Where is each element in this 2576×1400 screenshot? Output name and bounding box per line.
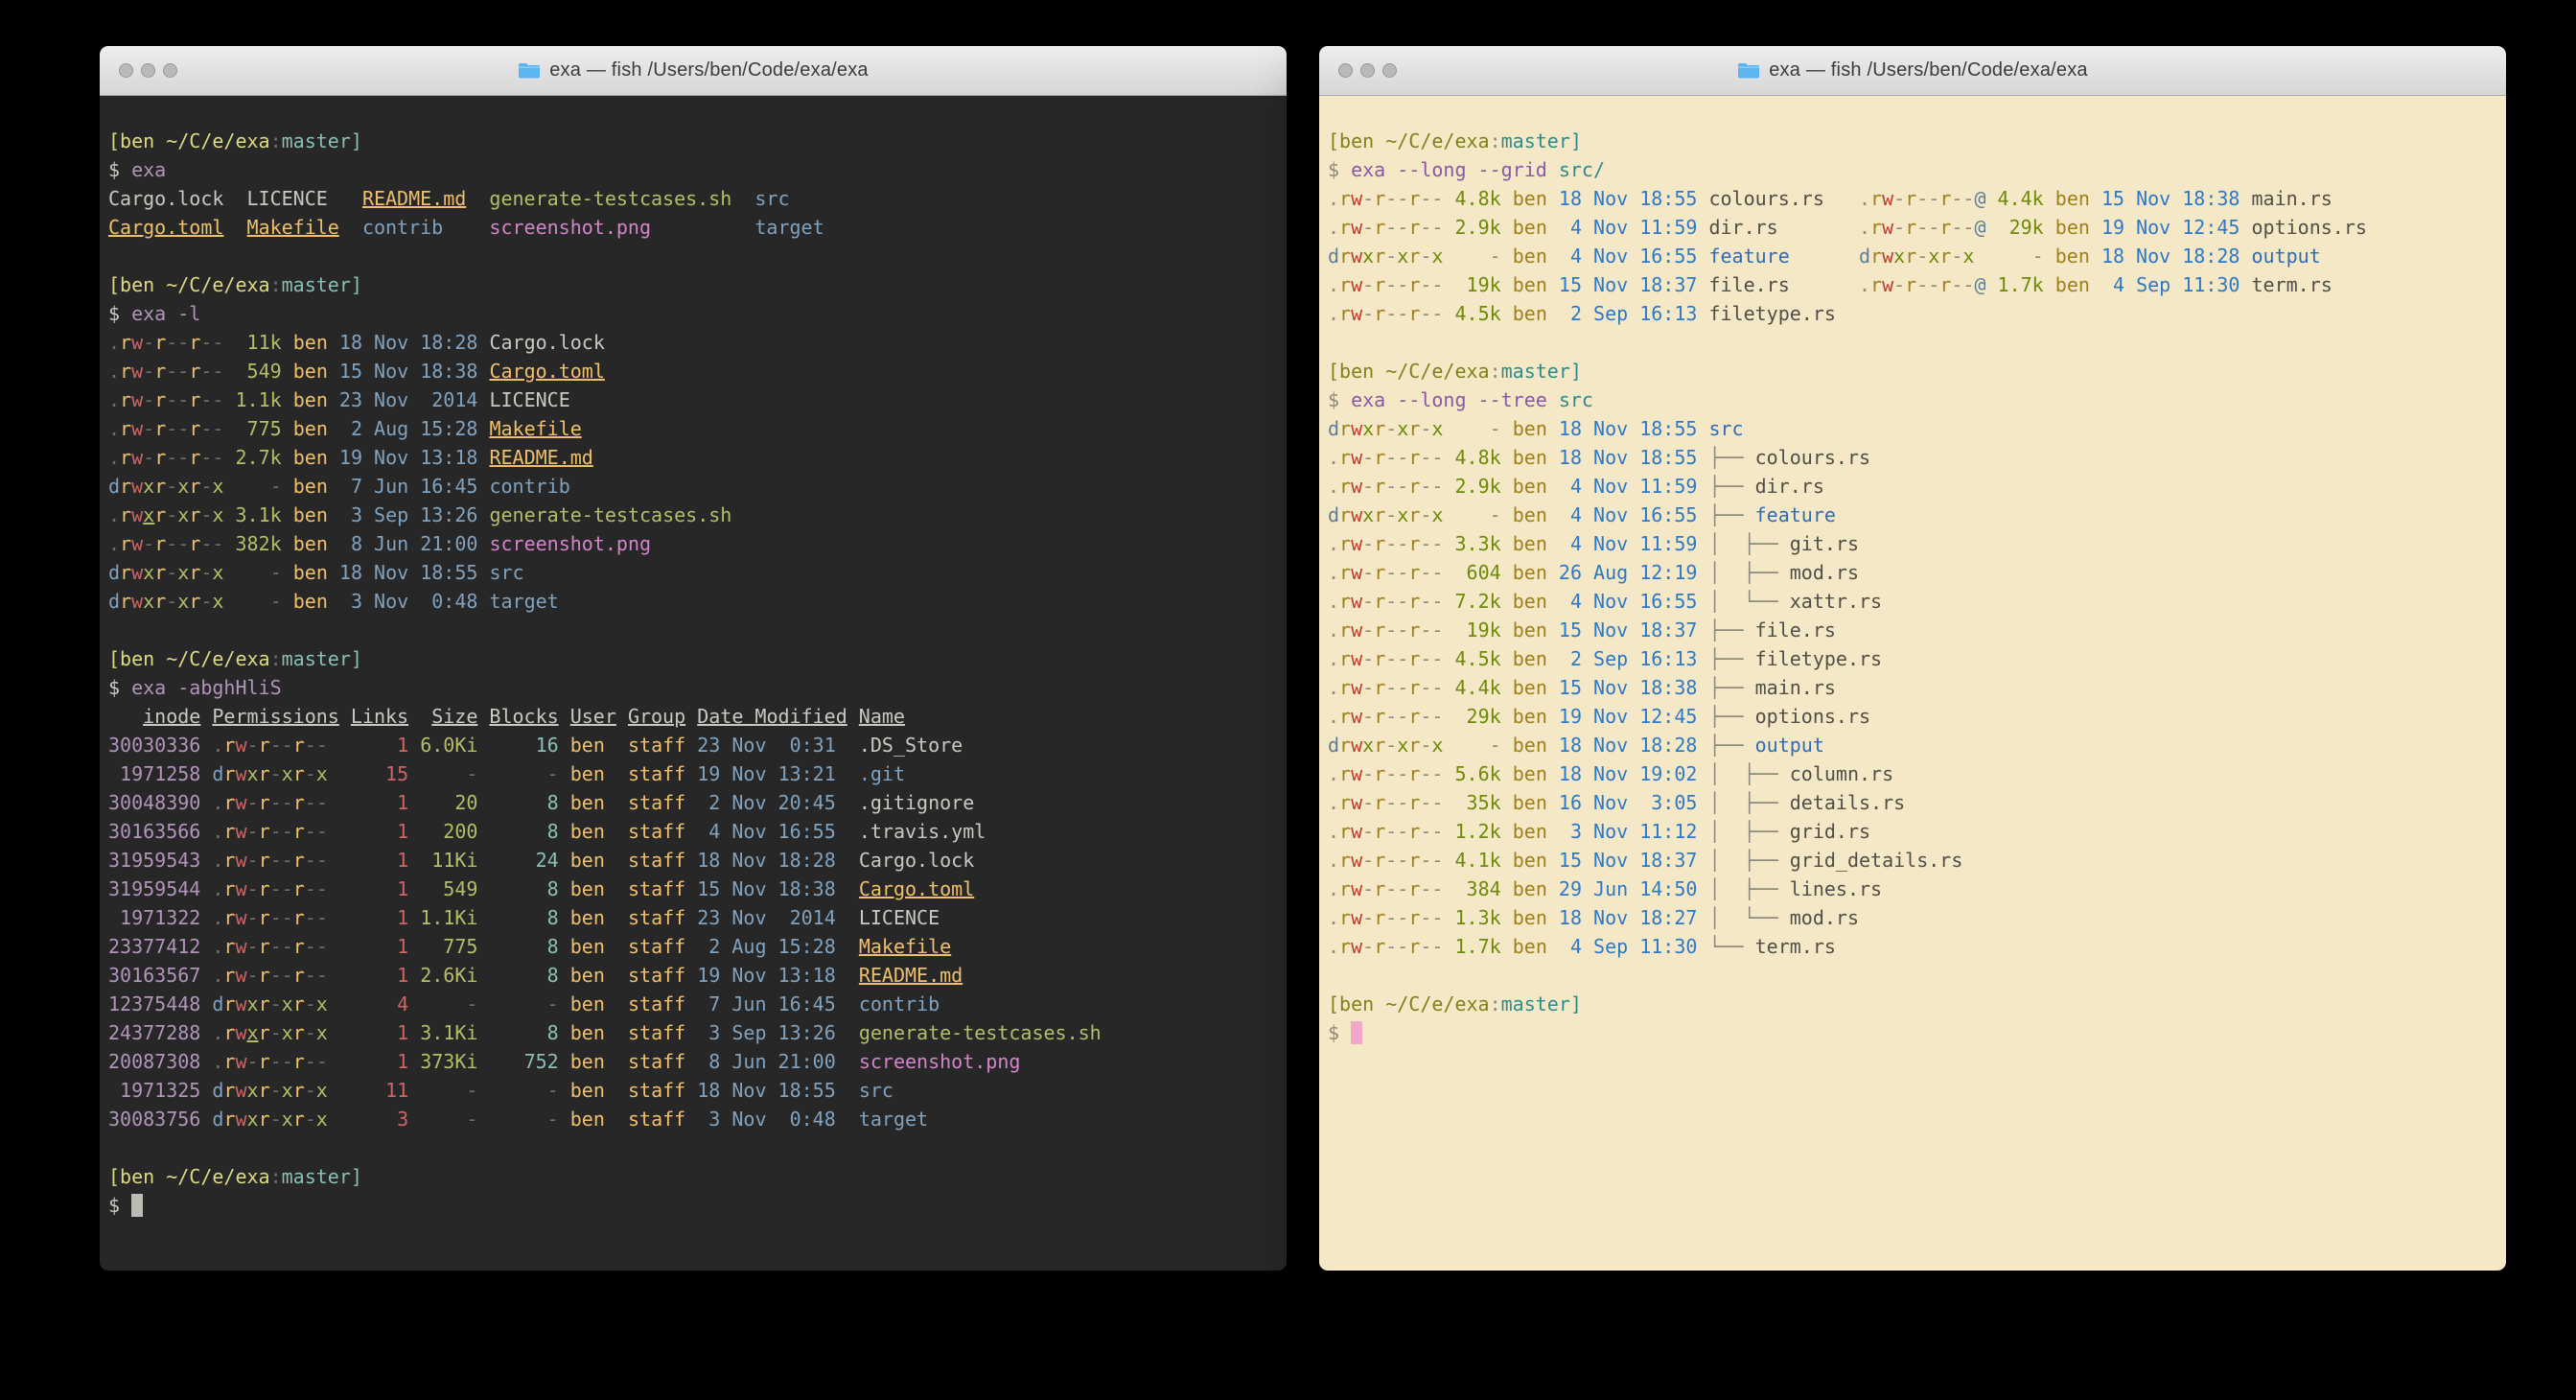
- terminal-line: .rw-r--r-- 11k ben 18 Nov 18:28 Cargo.lo…: [108, 328, 1287, 357]
- terminal-line: .rw-r--r-- 1.1k ben 23 Nov 2014 LICENCE: [108, 385, 1287, 414]
- terminal-line: 1971325 drwxr-xr-x 11 - - ben staff 18 N…: [108, 1076, 1287, 1105]
- terminal-line: Cargo.toml Makefile contrib screenshot.p…: [108, 213, 1287, 242]
- terminal-line: .rw-r--r-- 604 ben 26 Aug 12:19 │ ├── mo…: [1328, 558, 2506, 587]
- minimize-button[interactable]: [1360, 63, 1375, 78]
- window-controls: [119, 46, 177, 95]
- terminal-line: $ exa --long --tree src: [1328, 385, 2506, 414]
- terminal-line: $ exa --long --grid src/: [1328, 155, 2506, 184]
- terminal-line: .rw-r--r-- 2.9k ben 4 Nov 11:59 dir.rs .…: [1328, 213, 2506, 242]
- terminal-line: 30163567 .rw-r--r-- 1 2.6Ki 8 ben staff …: [108, 961, 1287, 990]
- terminal-line: drwxr-xr-x - ben 7 Jun 16:45 contrib: [108, 472, 1287, 501]
- window-title: exa — fish /Users/ben/Code/exa/exa: [1769, 59, 2088, 82]
- terminal-line: $ exa -abghHliS: [108, 673, 1287, 702]
- close-button[interactable]: [119, 63, 133, 78]
- terminal-line: 31959543 .rw-r--r-- 1 11Ki 24 ben staff …: [108, 846, 1287, 875]
- terminal-line: .rw-r--r-- 19k ben 15 Nov 18:37 ├── file…: [1328, 616, 2506, 644]
- terminal-line: drwxr-xr-x - ben 18 Nov 18:28 ├── output: [1328, 731, 2506, 759]
- minimize-button[interactable]: [141, 63, 155, 78]
- terminal-line: [ben ~/C/e/exa:master]: [1328, 357, 2506, 385]
- terminal-line: .rw-r--r-- 29k ben 19 Nov 12:45 ├── opti…: [1328, 702, 2506, 731]
- titlebar[interactable]: exa — fish /Users/ben/Code/exa/exa: [100, 46, 1287, 96]
- terminal-line: drwxr-xr-x - ben 18 Nov 18:55 src: [108, 558, 1287, 587]
- cursor: [1351, 1021, 1362, 1044]
- cursor: [131, 1194, 143, 1217]
- terminal-line: drwxr-xr-x - ben 18 Nov 18:55 src: [1328, 414, 2506, 443]
- terminal-line: .rw-r--r-- 35k ben 16 Nov 3:05 │ ├── det…: [1328, 788, 2506, 817]
- zoom-button[interactable]: [163, 63, 177, 78]
- terminal-line: $ exa: [108, 155, 1287, 184]
- terminal-line: [108, 242, 1287, 270]
- terminal-line: .rw-r--r-- 4.8k ben 18 Nov 18:55 colours…: [1328, 184, 2506, 213]
- terminal-line: .rw-r--r-- 4.8k ben 18 Nov 18:55 ├── col…: [1328, 443, 2506, 472]
- terminal-line: .rw-r--r-- 4.5k ben 2 Sep 16:13 filetype…: [1328, 299, 2506, 328]
- terminal-line: $: [108, 1191, 1287, 1220]
- terminal-line: [108, 616, 1287, 644]
- terminal-line: .rw-r--r-- 549 ben 15 Nov 18:38 Cargo.to…: [108, 357, 1287, 385]
- terminal-line: .rw-r--r-- 19k ben 15 Nov 18:37 file.rs …: [1328, 270, 2506, 299]
- terminal-line: [ben ~/C/e/exa:master]: [108, 270, 1287, 299]
- terminal-line: .rw-r--r-- 4.4k ben 15 Nov 18:38 ├── mai…: [1328, 673, 2506, 702]
- terminal-line: inode Permissions Links Size Blocks User…: [108, 702, 1287, 731]
- terminal-line: 30083756 drwxr-xr-x 3 - - ben staff 3 No…: [108, 1105, 1287, 1133]
- terminal-line: .rw-r--r-- 4.1k ben 15 Nov 18:37 │ ├── g…: [1328, 846, 2506, 875]
- terminal-line: drwxr-xr-x - ben 3 Nov 0:48 target: [108, 587, 1287, 616]
- terminal-line: drwxr-xr-x - ben 4 Nov 16:55 feature drw…: [1328, 242, 2506, 270]
- terminal-line: .rw-r--r-- 7.2k ben 4 Nov 16:55 │ └── xa…: [1328, 587, 2506, 616]
- zoom-button[interactable]: [1382, 63, 1397, 78]
- terminal-screen[interactable]: [ben ~/C/e/exa:master]$ exaCargo.lock LI…: [100, 96, 1287, 1271]
- terminal-line: 24377288 .rwxr-xr-x 1 3.1Ki 8 ben staff …: [108, 1018, 1287, 1047]
- window-title: exa — fish /Users/ben/Code/exa/exa: [549, 59, 869, 82]
- terminal-line: .rw-r--r-- 2.7k ben 19 Nov 13:18 README.…: [108, 443, 1287, 472]
- terminal-line: .rw-r--r-- 382k ben 8 Jun 21:00 screensh…: [108, 529, 1287, 558]
- terminal-line: .rw-r--r-- 1.3k ben 18 Nov 18:27 │ └── m…: [1328, 903, 2506, 932]
- desktop: exa — fish /Users/ben/Code/exa/exa [ben …: [0, 0, 2576, 1400]
- terminal-window-light: exa — fish /Users/ben/Code/exa/exa [ben …: [1319, 46, 2506, 1271]
- terminal-line: 1971258 drwxr-xr-x 15 - - ben staff 19 N…: [108, 759, 1287, 788]
- titlebar[interactable]: exa — fish /Users/ben/Code/exa/exa: [1319, 46, 2506, 96]
- folder-icon[interactable]: [1737, 61, 1760, 80]
- terminal-line: $: [1328, 1018, 2506, 1047]
- terminal-line: 20087308 .rw-r--r-- 1 373Ki 752 ben staf…: [108, 1047, 1287, 1076]
- close-button[interactable]: [1338, 63, 1353, 78]
- terminal-line: .rw-r--r-- 2.9k ben 4 Nov 11:59 ├── dir.…: [1328, 472, 2506, 501]
- terminal-line: 1971322 .rw-r--r-- 1 1.1Ki 8 ben staff 2…: [108, 903, 1287, 932]
- terminal-line: [ben ~/C/e/exa:master]: [108, 644, 1287, 673]
- terminal-line: drwxr-xr-x - ben 4 Nov 16:55 ├── feature: [1328, 501, 2506, 529]
- terminal-line: .rw-r--r-- 384 ben 29 Jun 14:50 │ ├── li…: [1328, 875, 2506, 903]
- terminal-line: .rw-r--r-- 5.6k ben 18 Nov 19:02 │ ├── c…: [1328, 759, 2506, 788]
- terminal-line: 30030336 .rw-r--r-- 1 6.0Ki 16 ben staff…: [108, 731, 1287, 759]
- terminal-line: .rw-r--r-- 775 ben 2 Aug 15:28 Makefile: [108, 414, 1287, 443]
- terminal-line: [ben ~/C/e/exa:master]: [108, 1162, 1287, 1191]
- terminal-line: $ exa -l: [108, 299, 1287, 328]
- terminal-line: 23377412 .rw-r--r-- 1 775 8 ben staff 2 …: [108, 932, 1287, 961]
- folder-icon[interactable]: [518, 61, 541, 80]
- terminal-line: .rw-r--r-- 3.3k ben 4 Nov 11:59 │ ├── gi…: [1328, 529, 2506, 558]
- terminal-screen[interactable]: [ben ~/C/e/exa:master]$ exa --long --gri…: [1319, 96, 2506, 1271]
- terminal-line: .rwxr-xr-x 3.1k ben 3 Sep 13:26 generate…: [108, 501, 1287, 529]
- terminal-line: [ben ~/C/e/exa:master]: [1328, 127, 2506, 155]
- terminal-line: [108, 1133, 1287, 1162]
- terminal-line: 30048390 .rw-r--r-- 1 20 8 ben staff 2 N…: [108, 788, 1287, 817]
- terminal-line: 30163566 .rw-r--r-- 1 200 8 ben staff 4 …: [108, 817, 1287, 846]
- terminal-line: [ben ~/C/e/exa:master]: [1328, 990, 2506, 1018]
- terminal-line: .rw-r--r-- 1.2k ben 3 Nov 11:12 │ ├── gr…: [1328, 817, 2506, 846]
- terminal-line: Cargo.lock LICENCE README.md generate-te…: [108, 184, 1287, 213]
- terminal-line: .rw-r--r-- 1.7k ben 4 Sep 11:30 └── term…: [1328, 932, 2506, 961]
- terminal-line: .rw-r--r-- 4.5k ben 2 Sep 16:13 ├── file…: [1328, 644, 2506, 673]
- terminal-line: [1328, 961, 2506, 990]
- window-controls: [1338, 46, 1397, 95]
- terminal-window-dark: exa — fish /Users/ben/Code/exa/exa [ben …: [100, 46, 1287, 1271]
- terminal-line: [ben ~/C/e/exa:master]: [108, 127, 1287, 155]
- terminal-line: 31959544 .rw-r--r-- 1 549 8 ben staff 15…: [108, 875, 1287, 903]
- terminal-line: [1328, 328, 2506, 357]
- terminal-line: 12375448 drwxr-xr-x 4 - - ben staff 7 Ju…: [108, 990, 1287, 1018]
